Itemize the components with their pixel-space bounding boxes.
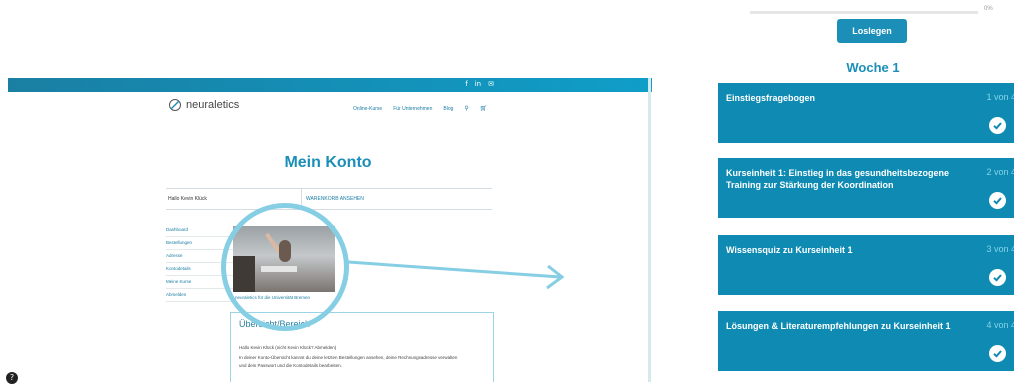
checkmark-icon xyxy=(989,192,1006,209)
progress-label: 0% xyxy=(984,6,993,12)
progress-bar xyxy=(750,11,978,14)
linkedin-icon[interactable]: in xyxy=(475,80,481,88)
checkmark-icon xyxy=(989,117,1006,134)
logo[interactable]: neuraletics xyxy=(168,98,239,112)
main-nav: Online-Kurse Für Unternehmen Blog ⚲ 🛒︎ xyxy=(353,105,488,113)
logo-text: neuraletics xyxy=(186,99,240,111)
search-icon[interactable]: ⚲ xyxy=(464,105,468,112)
nav-fuer-unternehmen[interactable]: Für Unternehmen xyxy=(393,106,432,112)
lesson-count: 1 von 4 xyxy=(986,92,1014,102)
week-title: Woche 1 xyxy=(846,60,900,75)
mail-icon[interactable]: ✉ xyxy=(488,80,494,88)
page-title: Mein Konto xyxy=(284,154,372,171)
overview-text-2: und dein Passwort und die Kontodetails b… xyxy=(239,363,342,368)
overview-greeting: Hallo Kevin Klück (nicht Kevin Klück? Ab… xyxy=(239,345,337,350)
lesson-count: 4 von 4 xyxy=(986,320,1014,330)
lesson-title: Wissensquiz zu Kurseinheit 1 xyxy=(726,245,853,255)
checkmark-icon xyxy=(989,269,1006,286)
lesson-card[interactable]: Einstiegsfragebogen 1 von 4 xyxy=(718,83,1014,143)
overview-text-1: In deiner Konto-Übersicht kannst du dein… xyxy=(239,355,458,360)
social-links: f in ✉ xyxy=(465,80,494,88)
nav-blog[interactable]: Blog xyxy=(443,106,453,112)
lesson-count: 2 von 4 xyxy=(986,167,1014,177)
help-icon[interactable]: ? xyxy=(6,372,18,384)
lesson-card[interactable]: Lösungen & Literaturempfehlungen zu Kurs… xyxy=(718,311,1014,371)
lesson-title: Kurseinheit 1: Einstieg in das gesundhei… xyxy=(726,168,950,190)
lesson-card[interactable]: Kurseinheit 1: Einstieg in das gesundhei… xyxy=(718,158,1014,218)
facebook-icon[interactable]: f xyxy=(465,80,467,88)
greeting: Hallo Kevin Klück xyxy=(168,196,207,202)
nav-online-kurse[interactable]: Online-Kurse xyxy=(353,106,382,112)
lesson-title: Einstiegsfragebogen xyxy=(726,93,816,103)
checkmark-icon xyxy=(989,345,1006,362)
account-bar: Hallo Kevin Klück WARENKORB ANSEHEN xyxy=(166,188,492,210)
highlight-circle xyxy=(221,203,349,331)
lesson-card[interactable]: Wissensquiz zu Kurseinheit 1 3 von 4 xyxy=(718,235,1014,295)
cart-icon[interactable]: 🛒︎ xyxy=(480,105,488,112)
lesson-title: Lösungen & Literaturempfehlungen zu Kurs… xyxy=(726,321,951,331)
lesson-count: 3 von 4 xyxy=(986,244,1014,254)
divider xyxy=(648,78,651,382)
logo-icon xyxy=(169,99,181,111)
start-button[interactable]: Loslegen xyxy=(837,19,907,43)
view-cart-link[interactable]: WARENKORB ANSEHEN xyxy=(306,196,364,202)
top-bar: f in ✉ xyxy=(8,78,652,92)
